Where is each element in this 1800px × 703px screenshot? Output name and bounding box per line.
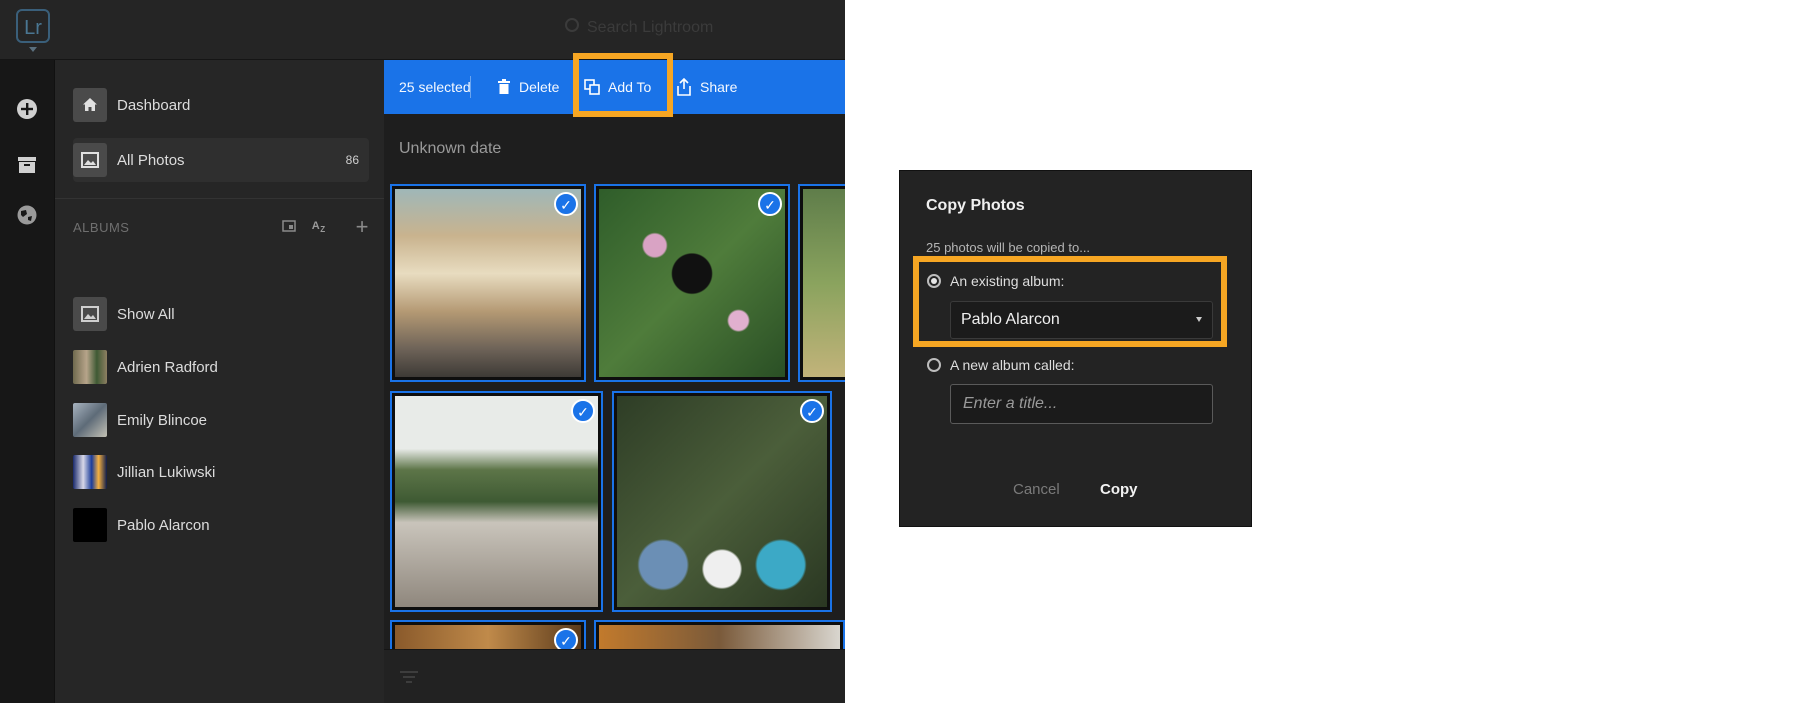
- albums-header-label: ALBUMS: [73, 219, 130, 235]
- share-label: Share: [700, 79, 738, 95]
- sidebar: Dashboard All Photos 86 ALBUMS AZ + Show…: [55, 60, 385, 703]
- album-label: Adrien Radford: [117, 358, 218, 376]
- album-thumbnail: [73, 455, 107, 489]
- selected-check-icon[interactable]: ✓: [800, 399, 824, 423]
- library-icon[interactable]: [14, 152, 40, 178]
- lightroom-app: Lr Search Lightroom Dashboard All Photos: [0, 0, 845, 703]
- logo-menu-caret-icon[interactable]: [29, 47, 37, 52]
- add-album-icon[interactable]: +: [356, 214, 369, 240]
- album-item-jillian-lukiwski[interactable]: Jillian Lukiwski: [73, 450, 423, 494]
- dialog-title: Copy Photos: [926, 197, 1025, 214]
- globe-icon[interactable]: [14, 202, 40, 228]
- sidebar-divider: [55, 198, 384, 199]
- action-separator: [470, 76, 471, 98]
- lightroom-logo[interactable]: Lr: [16, 9, 50, 43]
- photo-image: [617, 396, 827, 607]
- photo-image: [395, 189, 581, 377]
- sidebar-item-dashboard[interactable]: Dashboard: [73, 83, 423, 127]
- home-icon: [73, 88, 107, 122]
- selected-check-icon[interactable]: ✓: [554, 192, 578, 216]
- album-thumbnail: [73, 403, 107, 437]
- left-rail: [0, 60, 55, 703]
- new-album-label: A new album called:: [950, 357, 1075, 373]
- cancel-button[interactable]: Cancel: [1013, 481, 1060, 498]
- search-placeholder: Search Lightroom: [587, 19, 714, 36]
- photo-thumbnail[interactable]: ✓: [594, 184, 790, 382]
- sidebar-item-label: All Photos: [117, 151, 185, 169]
- photo-image: [395, 396, 598, 607]
- photo-thumbnail[interactable]: [798, 184, 845, 382]
- album-thumbnail: [73, 350, 107, 384]
- album-item-pablo-alarcon[interactable]: Pablo Alarcon: [73, 503, 423, 547]
- album-label: Jillian Lukiwski: [117, 463, 216, 481]
- selected-check-icon[interactable]: ✓: [571, 399, 595, 423]
- new-album-radio[interactable]: [927, 358, 941, 372]
- share-button[interactable]: Share: [676, 78, 737, 96]
- sort-az-icon[interactable]: AZ: [312, 220, 326, 234]
- album-item-emily-blincoe[interactable]: Emily Blincoe: [73, 398, 423, 442]
- new-album-option[interactable]: A new album called:: [927, 357, 1075, 373]
- album-thumbnail: [73, 508, 107, 542]
- date-group-label: Unknown date: [399, 140, 502, 157]
- delete-button[interactable]: Delete: [497, 79, 559, 95]
- add-icon[interactable]: [14, 96, 40, 122]
- copy-photos-dialog: Copy Photos 25 photos will be copied to.…: [899, 170, 1252, 527]
- top-bar: Lr Search Lightroom: [0, 0, 845, 60]
- delete-label: Delete: [519, 79, 560, 95]
- image-icon: [73, 297, 107, 331]
- photo-grid-area: 25 selected Delete Add To Share Unknown …: [384, 60, 845, 703]
- image-icon: [73, 143, 107, 177]
- photo-thumbnail[interactable]: ✓: [390, 184, 586, 382]
- search-field[interactable]: Search Lightroom: [565, 18, 713, 37]
- selected-check-icon[interactable]: ✓: [758, 192, 782, 216]
- photo-image: [599, 189, 785, 377]
- photo-count: 86: [345, 153, 359, 167]
- filter-icon[interactable]: [400, 670, 418, 689]
- dialog-subtitle: 25 photos will be copied to...: [926, 240, 1091, 255]
- album-label: Show All: [117, 305, 175, 323]
- search-icon: [565, 18, 579, 32]
- share-icon: [677, 78, 691, 96]
- album-view-icon[interactable]: [282, 219, 296, 235]
- bottom-toolbar: [384, 649, 845, 703]
- album-item-show-all[interactable]: Show All: [73, 292, 423, 336]
- albums-header: ALBUMS AZ +: [73, 214, 369, 240]
- photo-thumbnail[interactable]: ✓: [390, 391, 603, 612]
- new-album-title-input[interactable]: [950, 384, 1213, 424]
- copy-button[interactable]: Copy: [1100, 481, 1138, 498]
- existing-album-highlight: [913, 256, 1227, 347]
- add-to-highlight: [573, 53, 673, 117]
- selected-count: 25 selected: [399, 79, 471, 95]
- album-label: Pablo Alarcon: [117, 516, 210, 534]
- sidebar-item-all-photos[interactable]: All Photos 86: [73, 138, 369, 182]
- album-label: Emily Blincoe: [117, 411, 208, 429]
- photo-thumbnail[interactable]: ✓: [612, 391, 832, 612]
- album-item-adrien-radford[interactable]: Adrien Radford: [73, 345, 423, 389]
- trash-icon: [498, 79, 510, 94]
- sidebar-item-label: Dashboard: [117, 96, 191, 114]
- photo-image: [803, 189, 845, 377]
